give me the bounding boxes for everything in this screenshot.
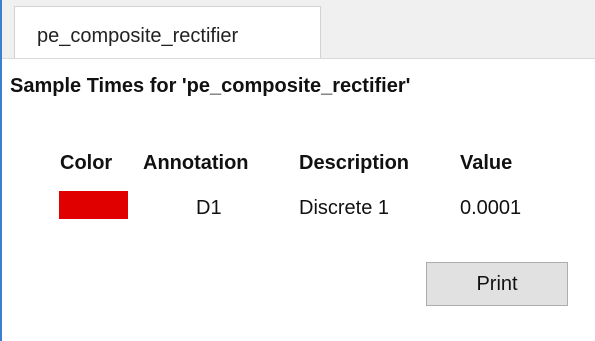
- column-header-color: Color: [60, 152, 113, 174]
- tab-bar: pe_composite_rectifier: [2, 0, 595, 59]
- tab-pe-composite-rectifier[interactable]: pe_composite_rectifier: [14, 6, 321, 58]
- print-button[interactable]: Print: [426, 262, 568, 306]
- description-cell: Discrete 1: [299, 197, 390, 219]
- tab-label: pe_composite_rectifier: [37, 25, 239, 47]
- color-swatch: [59, 191, 128, 219]
- column-header-description: Description: [299, 152, 410, 174]
- annotation-cell: D1: [196, 197, 222, 219]
- column-header-value: Value: [460, 152, 513, 174]
- column-header-annotation: Annotation: [143, 152, 249, 174]
- value-cell: 0.0001: [460, 197, 522, 219]
- page-title: Sample Times for 'pe_composite_rectifier…: [10, 75, 411, 97]
